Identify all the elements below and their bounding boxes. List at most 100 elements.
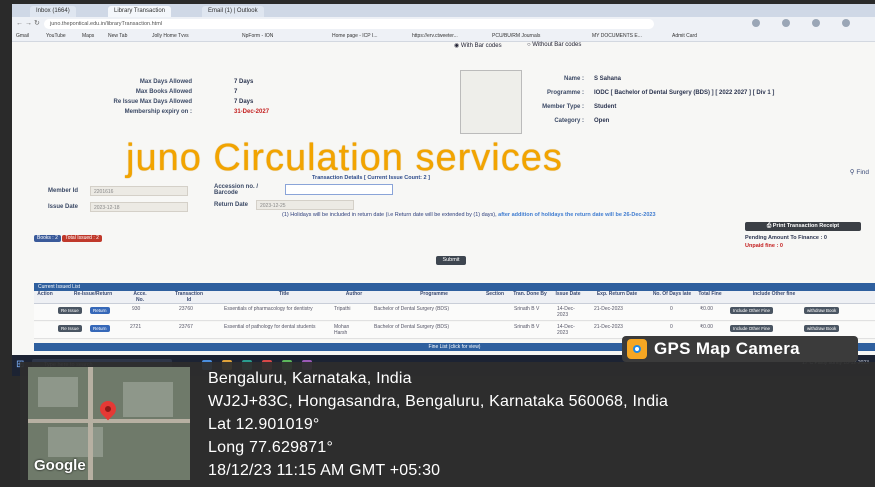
return-button[interactable]: Return xyxy=(90,307,110,314)
member-name-label: Name : xyxy=(563,76,584,82)
issue-date: 14-Dec-2023 xyxy=(557,324,575,336)
book-programme: Bachelor of Dental Surgery (BDS) xyxy=(374,324,450,330)
reissue-days-value: 7 Days xyxy=(234,99,254,105)
bookmark-maps[interactable]: Maps xyxy=(82,31,94,41)
issue-count-badges: Books : 2 Total Issued : 2 xyxy=(34,235,102,242)
back-icon[interactable]: ← xyxy=(16,19,23,29)
reload-icon[interactable]: ↻ xyxy=(34,19,40,29)
max-days-label: Max Days Allowed xyxy=(139,79,192,85)
bookmark-npform[interactable]: NpForm - ION xyxy=(242,31,273,41)
tab-outlook[interactable]: Email (1) | Outlook xyxy=(202,6,264,17)
extensions-icon[interactable] xyxy=(782,19,790,27)
max-books-label: Max Books Allowed xyxy=(135,89,192,95)
url-input[interactable]: juno.thepontical.edu.in/libraryTransacti… xyxy=(44,19,654,29)
gps-camera-badge: GPS Map Camera xyxy=(622,336,858,362)
acc-no: 930 xyxy=(132,306,141,312)
print-receipt-button[interactable]: ⎙ Print Transaction Receipt xyxy=(745,222,861,231)
bookmark-jolly[interactable]: Jolly Home Tvvs xyxy=(152,31,189,41)
book-author: Mohan Harsh xyxy=(334,324,350,336)
submit-button[interactable]: Submit xyxy=(436,256,466,265)
col-exp-return: Exp. Return Date xyxy=(596,291,638,297)
days-late: 0 xyxy=(670,324,673,330)
bookmark-new-tab[interactable]: New Tab xyxy=(108,31,127,41)
gps-longitude: Long 77.629871° xyxy=(208,439,334,456)
unpaid-fine: Unpaid fine : 0 xyxy=(745,243,783,249)
include-fine-button[interactable]: Include Other Fine xyxy=(730,325,774,332)
withdraw-book-button[interactable]: withdraw Book xyxy=(804,325,840,332)
download-icon[interactable] xyxy=(812,19,820,27)
book-author: Tripathi xyxy=(334,306,351,312)
col-section: Section xyxy=(485,291,505,297)
current-issued-list-header: Current Issued List xyxy=(34,283,875,291)
bookmark-youtube[interactable]: YouTube xyxy=(46,31,66,41)
book-title: Essentials of pharmacology for dentistry xyxy=(224,306,313,312)
book-title: Essential of pathology for dental studen… xyxy=(224,324,316,330)
transaction-id: 23760 xyxy=(179,306,193,312)
reissue-days-label: Re Issue Max Days Allowed xyxy=(113,99,192,105)
accession-input[interactable] xyxy=(285,184,393,195)
col-reissue-return: Re-Issue/Return xyxy=(73,291,113,297)
tran-done-by: Srinath B V xyxy=(514,306,540,312)
withdraw-book-button[interactable]: withdraw Book xyxy=(804,307,840,314)
find-link[interactable]: ⚲ Find xyxy=(850,168,869,176)
print-icon: ⎙ xyxy=(766,223,772,229)
issue-date: 14-Dec-2023 xyxy=(557,306,575,318)
monitor-screen: Inbox (1664) Library Transaction Email (… xyxy=(12,4,875,376)
max-days-value: 7 Days xyxy=(234,79,254,85)
col-title: Title xyxy=(278,291,290,297)
col-tran-done-by: Tran. Done By xyxy=(513,291,547,297)
transaction-id: 23767 xyxy=(179,324,193,330)
with-barcodes-radio[interactable]: ◉ With Bar codes xyxy=(454,42,502,49)
issued-table-header: Action Re-Issue/Return Acce. No. Transac… xyxy=(34,291,875,304)
tran-done-by: Srinath B V xyxy=(514,324,540,330)
profile-icon[interactable] xyxy=(842,19,850,27)
bookmarks-bar: Gmail YouTube Maps New Tab Jolly Home Tv… xyxy=(12,31,875,42)
library-page: ◉ With Bar codes ○ Without Bar codes Max… xyxy=(12,42,875,355)
holiday-note-text: (1) Holidays will be included in return … xyxy=(282,212,497,218)
forward-icon[interactable]: → xyxy=(25,19,32,29)
include-fine-button[interactable]: Include Other Fine xyxy=(730,307,774,314)
member-type-label: Member Type : xyxy=(542,104,584,110)
without-barcodes-radio[interactable]: ○ Without Bar codes xyxy=(527,42,581,48)
bookmark-admit-card[interactable]: Admit Card xyxy=(672,31,697,41)
holiday-note: (1) Holidays will be included in return … xyxy=(282,212,656,218)
gps-camera-title: GPS Map Camera xyxy=(654,339,800,358)
bookmark-home-page[interactable]: Home page - ICP I... xyxy=(332,31,377,41)
location-pin-icon xyxy=(96,397,120,421)
bookmark-star-icon[interactable] xyxy=(752,19,760,27)
tab-inbox[interactable]: Inbox (1664) xyxy=(30,6,76,17)
return-date-field[interactable]: 2023-12-25 xyxy=(256,200,354,210)
map-brand: Google xyxy=(34,457,86,474)
print-receipt-label: Print Transaction Receipt xyxy=(772,223,840,229)
gps-location: Bengaluru, Karnataka, India xyxy=(208,370,412,387)
accession-label: Accession no. / Barcode xyxy=(214,184,259,196)
bookmark-documents[interactable]: MY DOCUMENTS E... xyxy=(592,31,642,41)
col-author: Author xyxy=(345,291,363,297)
member-id-field[interactable]: 2201616 xyxy=(90,186,188,196)
map-thumbnail: Google xyxy=(28,367,190,480)
reissue-button[interactable]: Re Issue xyxy=(58,307,82,314)
membership-expiry-value: 31-Dec-2027 xyxy=(234,109,270,115)
table-row: Re Issue Return 930 23760 Essentials of … xyxy=(34,304,875,321)
col-days-late: No. Of Days late xyxy=(652,291,692,297)
bookmark-gmail[interactable]: Gmail xyxy=(16,31,29,41)
category-label: Category : xyxy=(554,118,584,124)
gps-datetime: 18/12/23 11:15 AM GMT +05:30 xyxy=(208,462,441,479)
member-type-value: Student xyxy=(594,104,617,110)
with-barcodes-label: With Bar codes xyxy=(460,43,502,49)
tab-library-transaction[interactable]: Library Transaction xyxy=(108,6,172,17)
bookmark-journals[interactable]: PCU/BU/RM Journals xyxy=(492,31,540,41)
circulation-banner: juno Circulation services xyxy=(126,137,563,179)
member-photo xyxy=(460,70,522,134)
gps-address: WJ2J+83C, Hongasandra, Bengaluru, Karnat… xyxy=(208,393,669,410)
return-button[interactable]: Return xyxy=(90,325,110,332)
bookmark-erv[interactable]: https://erv.ctweeter... xyxy=(412,31,458,41)
col-acc-no: Acce. No. xyxy=(133,291,147,303)
days-late: 0 xyxy=(670,306,673,312)
address-bar-row: ← → ↻ juno.thepontical.edu.in/libraryTra… xyxy=(12,17,875,31)
find-label: Find xyxy=(856,169,869,176)
issue-date-field[interactable]: 2023-12-18 xyxy=(90,202,188,212)
col-issue-date: Issue Date xyxy=(555,291,581,297)
reissue-button[interactable]: Re Issue xyxy=(58,325,82,332)
exp-return-date: 21-Dec-2023 xyxy=(594,324,623,330)
